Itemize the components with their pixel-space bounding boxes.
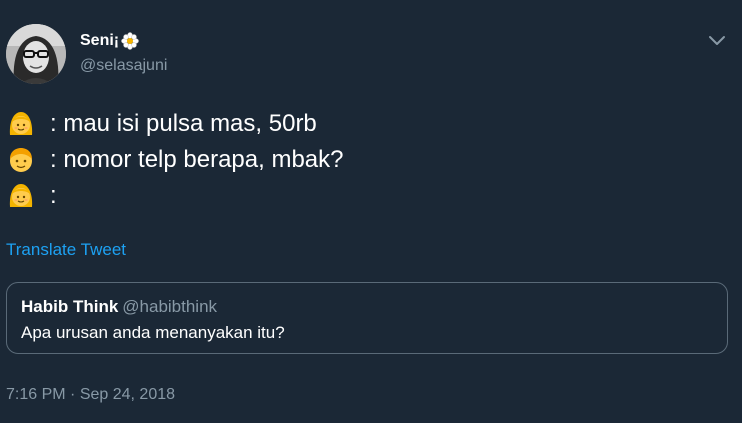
quoted-tweet[interactable]: Habib Think @habibthink Apa urusan anda m… <box>6 282 728 354</box>
tweet-line-text: : mau isi pulsa mas, 50rb <box>50 110 317 137</box>
tweet-text: : mau isi pulsa mas, 50rb : nomor telp b… <box>6 106 344 214</box>
timestamp-separator: · <box>65 386 80 403</box>
chevron-down-icon[interactable] <box>705 30 729 52</box>
tweet-card: Seni¡ @selasajuni: mau isi pulsa mas, 5… <box>0 0 742 423</box>
woman-emoji-icon <box>6 109 36 139</box>
tweet-date-link[interactable]: Sep 24, 2018 <box>80 386 175 403</box>
avatar-image <box>6 24 66 84</box>
author-name-row[interactable]: Seni¡ <box>80 32 139 50</box>
woman-emoji-icon <box>6 181 36 211</box>
quoted-author-name: Habib Think <box>21 297 119 316</box>
translate-tweet-link[interactable]: Translate Tweet <box>6 240 126 260</box>
avatar[interactable] <box>6 24 66 84</box>
author-display-name[interactable]: Seni¡ <box>80 32 119 50</box>
white-flower-icon <box>121 32 139 50</box>
tweet-line-text: : <box>50 182 57 209</box>
tweet-line-text: : nomor telp berapa, mbak? <box>50 146 344 173</box>
author-handle[interactable]: @selasajuni <box>80 57 167 75</box>
tweet-line: : mau isi pulsa mas, 50rb <box>6 106 344 142</box>
tweet-time-link[interactable]: 7:16 PM <box>6 386 66 403</box>
tweet-timestamp: 7:16 PM · Sep 24, 2018 <box>6 386 175 404</box>
man-emoji-icon <box>6 145 36 175</box>
quoted-tweet-header: Habib Think @habibthink <box>21 297 217 317</box>
tweet-line: : nomor telp berapa, mbak? <box>6 142 344 178</box>
quoted-author-handle: @habibthink <box>122 297 218 316</box>
quoted-tweet-text: Apa urusan anda menanyakan itu? <box>21 323 285 342</box>
tweet-line: : <box>6 178 344 214</box>
